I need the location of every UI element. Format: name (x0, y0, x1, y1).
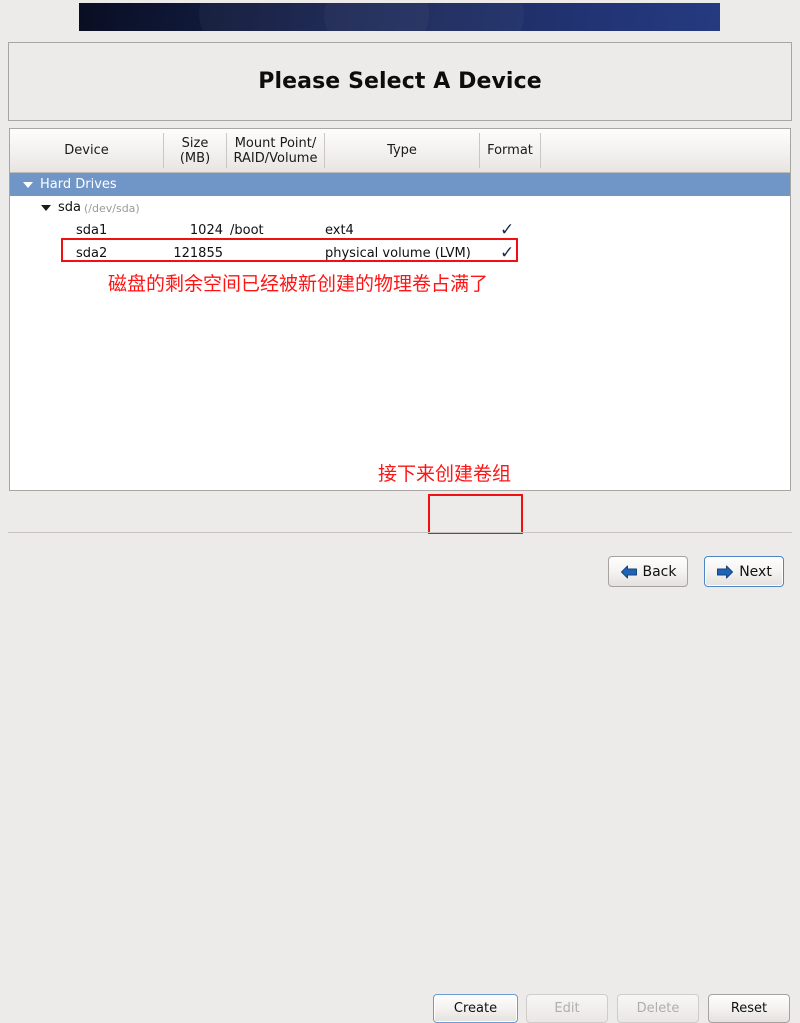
annotation-text-create-volume-group: 接下来创建卷组 (378, 463, 512, 485)
reset-button[interactable]: Reset (708, 994, 790, 1023)
row-size: 121855 (173, 246, 223, 261)
row-type: physical volume (LVM) (325, 246, 471, 261)
row-type: ext4 (325, 223, 354, 238)
column-header-mount-line2: RAID/Volume (233, 150, 318, 166)
page-title: Please Select A Device (258, 69, 542, 94)
title-panel: Please Select A Device (8, 42, 792, 121)
table-row[interactable]: sda (/dev/sda) (10, 196, 790, 219)
row-mount-point: /boot (230, 223, 264, 238)
bottom-separator (8, 532, 792, 533)
chevron-down-icon[interactable] (23, 182, 33, 188)
column-divider (540, 133, 541, 168)
row-device-name: sda (58, 200, 81, 215)
column-header-device[interactable]: Device (10, 129, 163, 172)
table-row[interactable]: sda1 1024 /boot ext4 ✓ (10, 219, 790, 242)
banner-swoosh-decoration-secondary (324, 3, 524, 31)
back-button[interactable]: Back (608, 556, 688, 587)
row-device-name: sda1 (76, 223, 108, 238)
chevron-down-icon[interactable] (41, 205, 51, 211)
device-table-panel[interactable]: Device Size (MB) Mount Point/ RAID/Volum… (9, 128, 791, 491)
table-body: Hard Drives sda (/dev/sda) sda1 1024 /bo… (10, 173, 790, 490)
row-device-path: (/dev/sda) (84, 202, 140, 215)
arrow-left-icon (620, 565, 638, 579)
column-header-format[interactable]: Format (480, 129, 540, 172)
column-header-size[interactable]: Size (MB) (164, 129, 226, 172)
installer-banner (79, 3, 720, 31)
arrow-right-icon (716, 565, 734, 579)
column-header-mount-line1: Mount Point/ (234, 135, 317, 151)
table-header-row: Device Size (MB) Mount Point/ RAID/Volum… (10, 129, 790, 173)
check-icon: ✓ (500, 243, 515, 263)
column-header-size-line1: Size (181, 135, 209, 151)
column-header-mount-point[interactable]: Mount Point/ RAID/Volume (227, 129, 324, 172)
row-device-name: sda2 (76, 246, 108, 261)
delete-button: Delete (617, 994, 699, 1023)
annotation-text-disk-space: 磁盘的剩余空间已经被新创建的物理卷占满了 (108, 273, 489, 295)
check-icon: ✓ (500, 220, 515, 240)
column-header-type[interactable]: Type (325, 129, 479, 172)
column-header-size-line2: (MB) (179, 150, 211, 166)
action-button-row: Create Edit Delete Reset (0, 495, 800, 1023)
edit-button: Edit (526, 994, 608, 1023)
row-size: 1024 (189, 223, 223, 238)
next-button-label: Next (739, 563, 772, 580)
create-button[interactable]: Create (433, 994, 518, 1023)
next-button[interactable]: Next (704, 556, 784, 587)
table-row[interactable]: Hard Drives (10, 173, 790, 196)
back-button-label: Back (642, 563, 677, 580)
table-row[interactable]: sda2 121855 physical volume (LVM) ✓ (10, 242, 790, 265)
row-device-name: Hard Drives (40, 177, 117, 192)
